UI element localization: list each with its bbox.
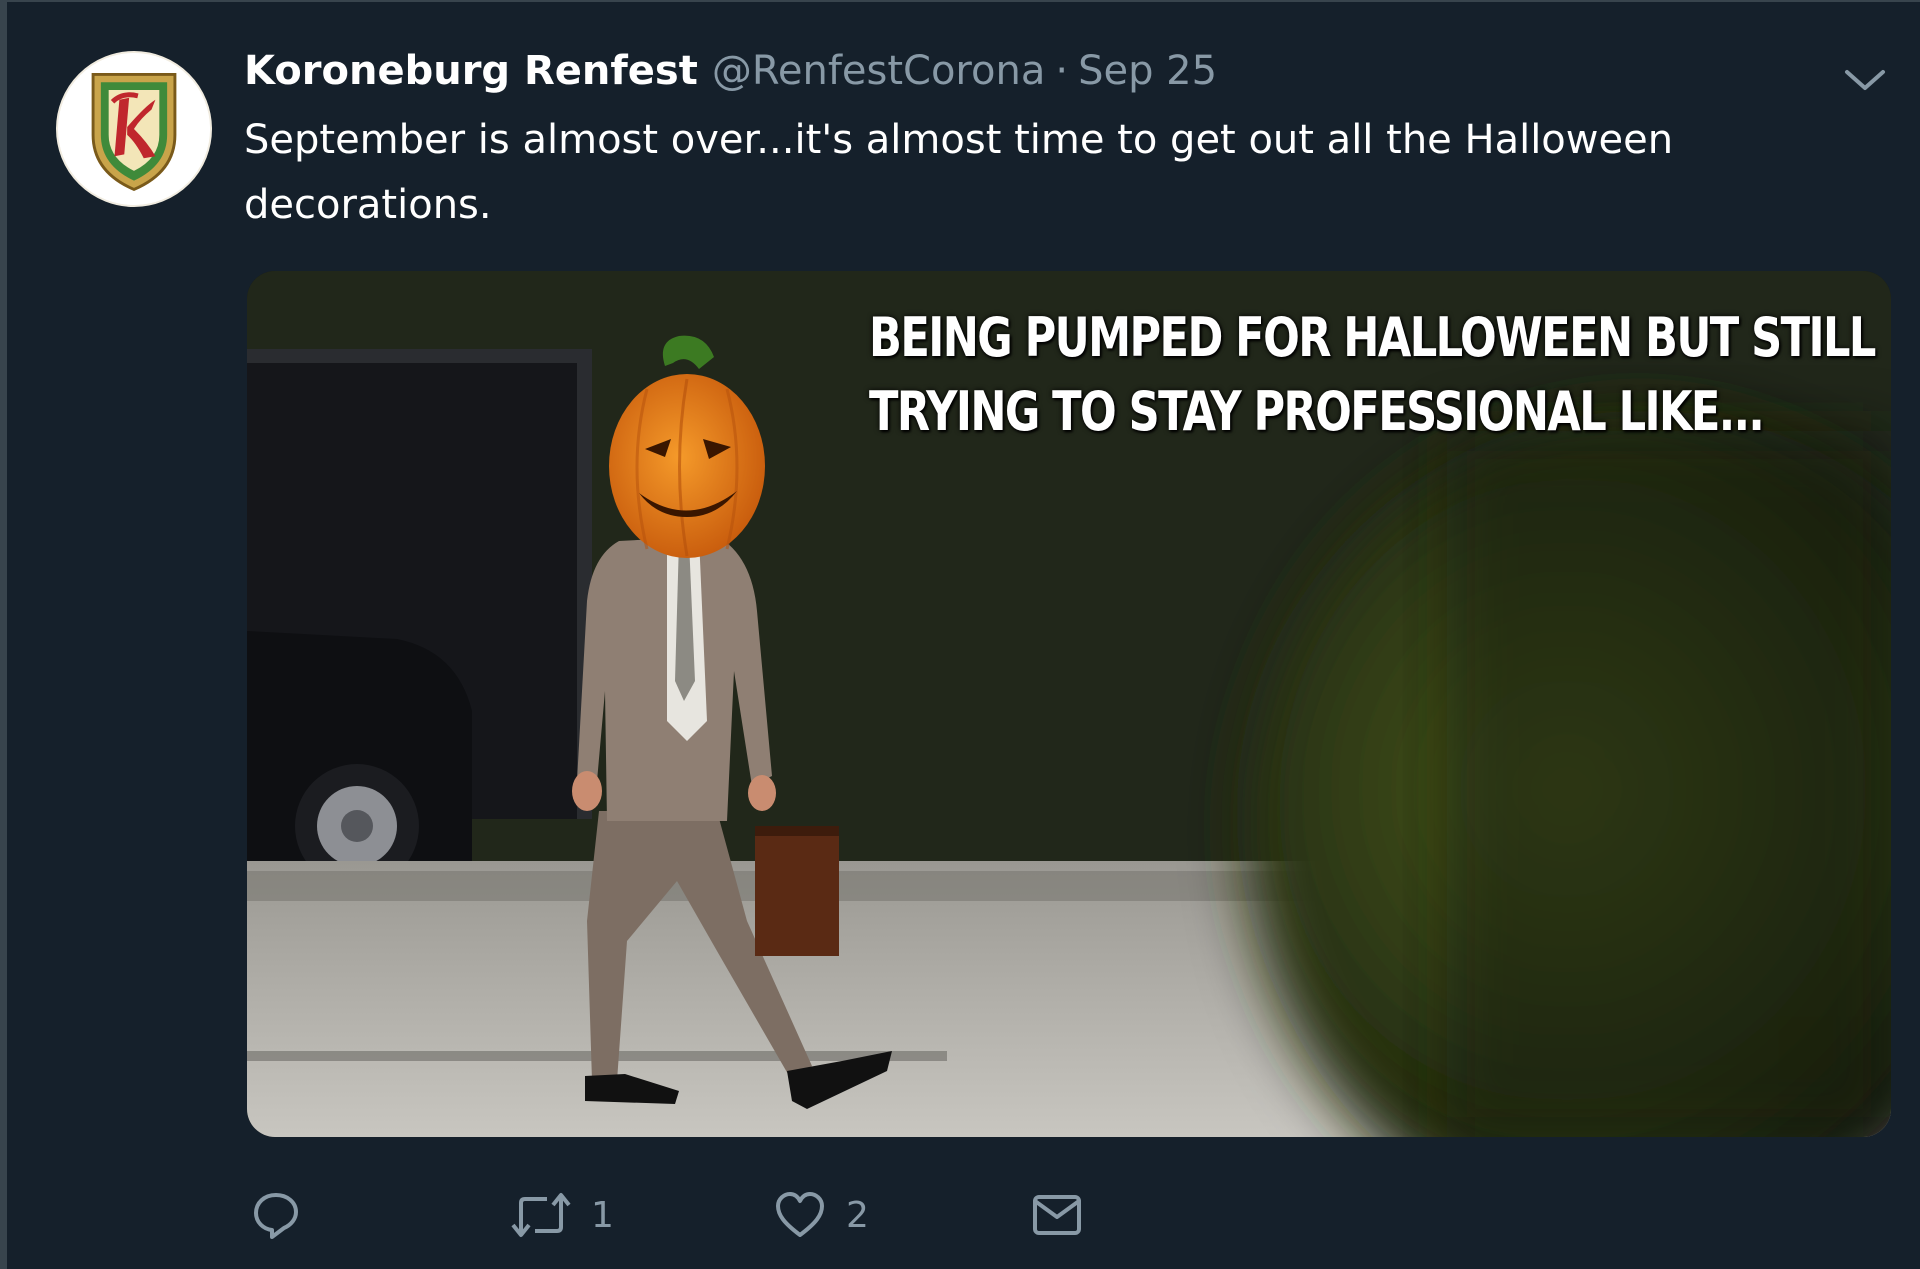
tweet-media-image[interactable]: BEING PUMPED FOR HALLOWEEN BUT STILL TRY… [247, 271, 1891, 1137]
tweet-header: Koroneburg Renfest @RenfestCorona · Sep … [244, 48, 1217, 102]
retweet-count: 1 [591, 1194, 614, 1236]
envelope-icon [1033, 1195, 1081, 1235]
reply-icon [254, 1193, 298, 1239]
renfest-logo-icon [58, 53, 210, 205]
avatar[interactable] [56, 51, 212, 207]
tweet-card[interactable]: Koroneburg Renfest @RenfestCorona · Sep … [0, 0, 1920, 1269]
tweet-actions: 1 2 [247, 1185, 1347, 1245]
direct-message-button[interactable] [1031, 1185, 1083, 1245]
chevron-down-icon [1845, 70, 1885, 90]
retweet-icon [511, 1193, 571, 1237]
heart-icon [776, 1192, 824, 1237]
meme-caption-text: BEING PUMPED FOR HALLOWEEN BUT STILL TRY… [869, 306, 1876, 443]
tweet-text: September is almost over...it's almost t… [244, 117, 1674, 228]
display-name[interactable]: Koroneburg Renfest [244, 48, 698, 94]
retweet-button[interactable]: 1 [511, 1185, 614, 1245]
reply-button[interactable] [250, 1185, 302, 1245]
timestamp[interactable]: Sep 25 [1078, 48, 1217, 94]
like-count: 2 [846, 1194, 869, 1236]
separator-dot: · [1055, 48, 1069, 94]
more-options-button[interactable] [1837, 60, 1893, 100]
user-handle[interactable]: @RenfestCorona [712, 48, 1045, 94]
like-button[interactable]: 2 [774, 1185, 869, 1245]
